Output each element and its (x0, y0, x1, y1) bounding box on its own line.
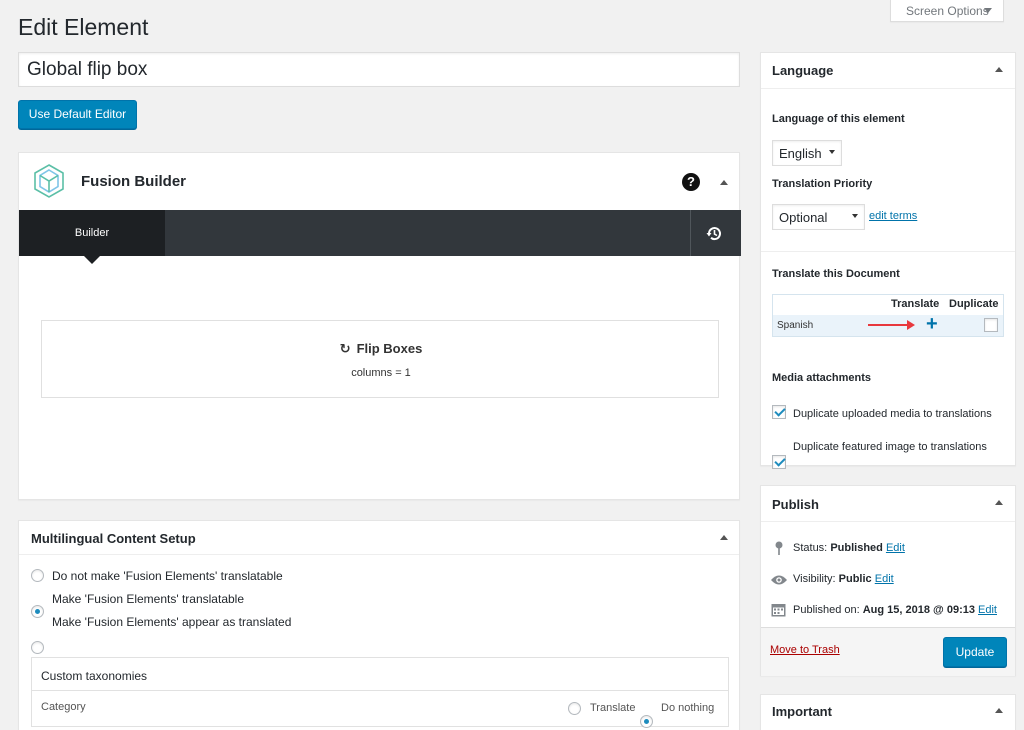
important-panel: Important (760, 694, 1016, 730)
flip-boxes-element[interactable]: ↻ Flip Boxes columns = 1 (41, 320, 719, 398)
update-button[interactable]: Update (943, 637, 1007, 667)
translations-table: Translate Duplicate Spanish + (772, 294, 1004, 337)
caret-down-icon (984, 8, 992, 13)
arrow-right-icon (868, 324, 908, 326)
radio-appear-translated-label: Make 'Fusion Elements' appear as transla… (52, 615, 292, 629)
radio-appear-translated[interactable] (31, 641, 44, 654)
move-to-trash-link[interactable]: Move to Trash (770, 644, 840, 656)
edit-status-link[interactable]: Edit (886, 542, 905, 554)
language-title: Language (772, 63, 834, 78)
duplicate-featured-checkbox[interactable] (772, 455, 786, 469)
radio-taxonomy-translate-label: Translate (590, 702, 636, 714)
title-input-value: Global flip box (27, 59, 148, 80)
translation-row-language: Spanish (777, 320, 814, 331)
publish-title: Publish (772, 497, 819, 512)
multilingual-setup-panel: Multilingual Content Setup Do not make '… (18, 520, 740, 730)
priority-select-value: Optional (779, 210, 828, 225)
priority-select[interactable]: Optional (772, 204, 865, 230)
chevron-down-icon (852, 214, 858, 218)
fusion-builder-logo-icon (34, 164, 64, 198)
radio-taxonomy-translate[interactable] (568, 702, 581, 715)
radio-not-translatable[interactable] (31, 569, 44, 582)
visibility-value: Public (838, 573, 872, 585)
use-default-editor-label: Use Default Editor (28, 107, 127, 121)
radio-taxonomy-do-nothing[interactable] (640, 715, 653, 728)
published-on-label: Published on: (793, 604, 860, 616)
collapse-toggle-icon[interactable] (720, 180, 728, 185)
eye-icon (771, 575, 787, 585)
use-default-editor-button[interactable]: Use Default Editor (18, 100, 137, 129)
edit-visibility-link[interactable]: Edit (875, 573, 894, 585)
builder-toolbar: Builder (19, 210, 741, 264)
publish-panel: Publish Status: Published Edit Visibilit… (760, 485, 1016, 676)
media-attachments-label: Media attachments (772, 372, 872, 384)
col-duplicate-header: Duplicate (949, 298, 999, 310)
update-button-label: Update (955, 645, 995, 659)
collapse-toggle-icon[interactable] (995, 67, 1003, 72)
fusion-builder-panel: Fusion Builder ? Builder ↻ Flip Boxes col… (18, 152, 741, 500)
duplicate-checkbox[interactable] (984, 318, 998, 332)
language-panel: Language Language of this element Englis… (760, 52, 1016, 469)
screen-options-button[interactable]: Screen Options (890, 0, 1004, 22)
arrow-head-icon (907, 320, 915, 330)
taxonomy-category-label: Category (41, 701, 86, 713)
pin-icon (775, 541, 783, 555)
language-select-value: English (779, 146, 822, 161)
calendar-icon (771, 604, 786, 617)
tab-pointer-icon (84, 256, 100, 264)
collapse-toggle-icon[interactable] (720, 535, 728, 540)
multilingual-title: Multilingual Content Setup (31, 531, 196, 546)
radio-translatable-label: Make 'Fusion Elements' translatable (52, 592, 245, 606)
fusion-builder-title: Fusion Builder (81, 173, 186, 190)
duplicate-media-label: Duplicate uploaded media to translations (793, 408, 992, 420)
published-on-value: Aug 15, 2018 @ 09:13 (862, 604, 975, 616)
language-select[interactable]: English (772, 140, 842, 166)
important-title: Important (772, 704, 832, 719)
refresh-icon: ↻ (339, 341, 351, 356)
radio-translatable[interactable] (31, 605, 44, 618)
collapse-toggle-icon[interactable] (995, 708, 1003, 713)
tab-builder-label: Builder (74, 227, 110, 239)
duplicate-featured-label: Duplicate featured image to translations (793, 441, 987, 453)
screen-options-label: Screen Options (906, 4, 989, 18)
tab-builder[interactable]: Builder (19, 210, 165, 256)
add-translation-icon[interactable]: + (926, 314, 938, 334)
col-translate-header: Translate (891, 298, 940, 310)
help-icon[interactable]: ? (682, 173, 700, 191)
radio-not-translatable-label: Do not make 'Fusion Elements' translatab… (52, 569, 283, 583)
status-value: Published (830, 542, 883, 554)
collapse-toggle-icon[interactable] (995, 500, 1003, 505)
translation-priority-label: Translation Priority (772, 178, 873, 190)
translate-document-label: Translate this Document (772, 268, 900, 280)
custom-taxonomies-title: Custom taxonomies (41, 669, 148, 683)
chevron-down-icon (829, 150, 835, 154)
page-title: Edit Element (18, 14, 149, 40)
language-of-element-label: Language of this element (772, 113, 905, 125)
history-icon[interactable] (706, 225, 723, 242)
flip-boxes-params: columns = 1 (351, 367, 411, 379)
radio-taxonomy-do-nothing-label: Do nothing (661, 702, 715, 714)
edit-date-link[interactable]: Edit (978, 604, 997, 616)
edit-terms-link[interactable]: edit terms (869, 210, 917, 222)
custom-taxonomies-table: Custom taxonomies Category Translate Do … (31, 657, 729, 728)
status-label: Status: (793, 542, 828, 554)
title-input[interactable]: Global flip box (18, 52, 740, 87)
visibility-label: Visibility: (793, 573, 836, 585)
flip-boxes-title: Flip Boxes (356, 341, 423, 356)
